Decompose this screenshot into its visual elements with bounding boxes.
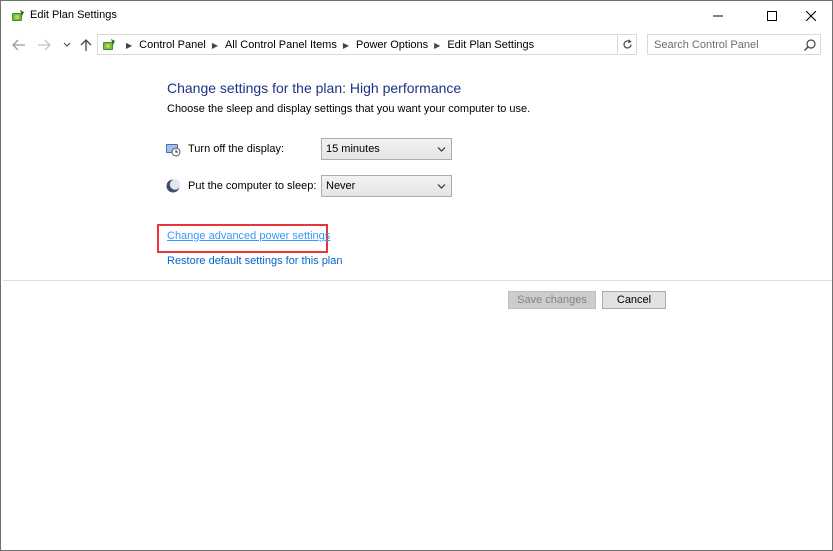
page-description: Choose the sleep and display settings th… [167,103,531,115]
up-button[interactable] [77,36,95,54]
sleep-timeout-value: Never [326,180,356,192]
back-button[interactable] [10,36,28,54]
refresh-button[interactable] [619,34,637,55]
page-title: Change settings for the plan: High perfo… [167,80,462,96]
minimize-button[interactable] [695,1,741,31]
breadcrumb-chevron-icon[interactable]: ▶ [212,41,218,50]
advanced-power-settings-link[interactable]: Change advanced power settings [167,230,330,242]
breadcrumb-chevron-icon[interactable]: ▶ [126,41,132,50]
chevron-down-icon [437,145,446,154]
breadcrumb-power-options[interactable]: Power Options [356,39,428,51]
power-options-icon [10,8,26,24]
search-placeholder: Search Control Panel [654,39,759,51]
sleep-timeout-setting: Put the computer to sleep: Never [165,175,465,197]
title-bar: Edit Plan Settings [1,1,832,31]
search-icon[interactable] [803,38,817,52]
forward-button[interactable] [35,36,53,54]
breadcrumb-control-panel[interactable]: Control Panel [139,39,206,51]
window-title: Edit Plan Settings [30,9,117,21]
display-timeout-value: 15 minutes [326,143,380,155]
save-changes-button[interactable]: Save changes [508,291,596,309]
sleep-timeout-dropdown[interactable]: Never [321,175,452,197]
sleep-moon-icon [165,178,181,194]
close-button[interactable] [788,1,833,31]
breadcrumb-chevron-icon[interactable]: ▶ [434,41,440,50]
breadcrumb-edit-plan[interactable]: Edit Plan Settings [447,39,534,51]
divider [3,280,832,281]
sleep-timeout-label: Put the computer to sleep: [188,180,317,192]
restore-defaults-link[interactable]: Restore default settings for this plan [167,255,342,267]
edit-plan-settings-window: Edit Plan Settings ▶ Control Panel ▶ All… [0,0,833,551]
display-timeout-label: Turn off the display: [188,143,284,155]
display-icon [165,141,181,157]
breadcrumb: ▶ Control Panel ▶ All Control Panel Item… [120,39,534,51]
display-timeout-setting: Turn off the display: 15 minutes [165,138,465,160]
breadcrumb-all-items[interactable]: All Control Panel Items [225,39,337,51]
recent-locations-button[interactable] [58,36,76,54]
display-timeout-dropdown[interactable]: 15 minutes [321,138,452,160]
chevron-down-icon [437,182,446,191]
control-panel-icon [101,37,117,53]
main-content: Change settings for the plan: High perfo… [2,59,832,550]
breadcrumb-chevron-icon[interactable]: ▶ [343,41,349,50]
cancel-button[interactable]: Cancel [602,291,666,309]
search-input[interactable]: Search Control Panel [647,34,821,55]
address-bar[interactable]: ▶ Control Panel ▶ All Control Panel Item… [97,34,712,55]
